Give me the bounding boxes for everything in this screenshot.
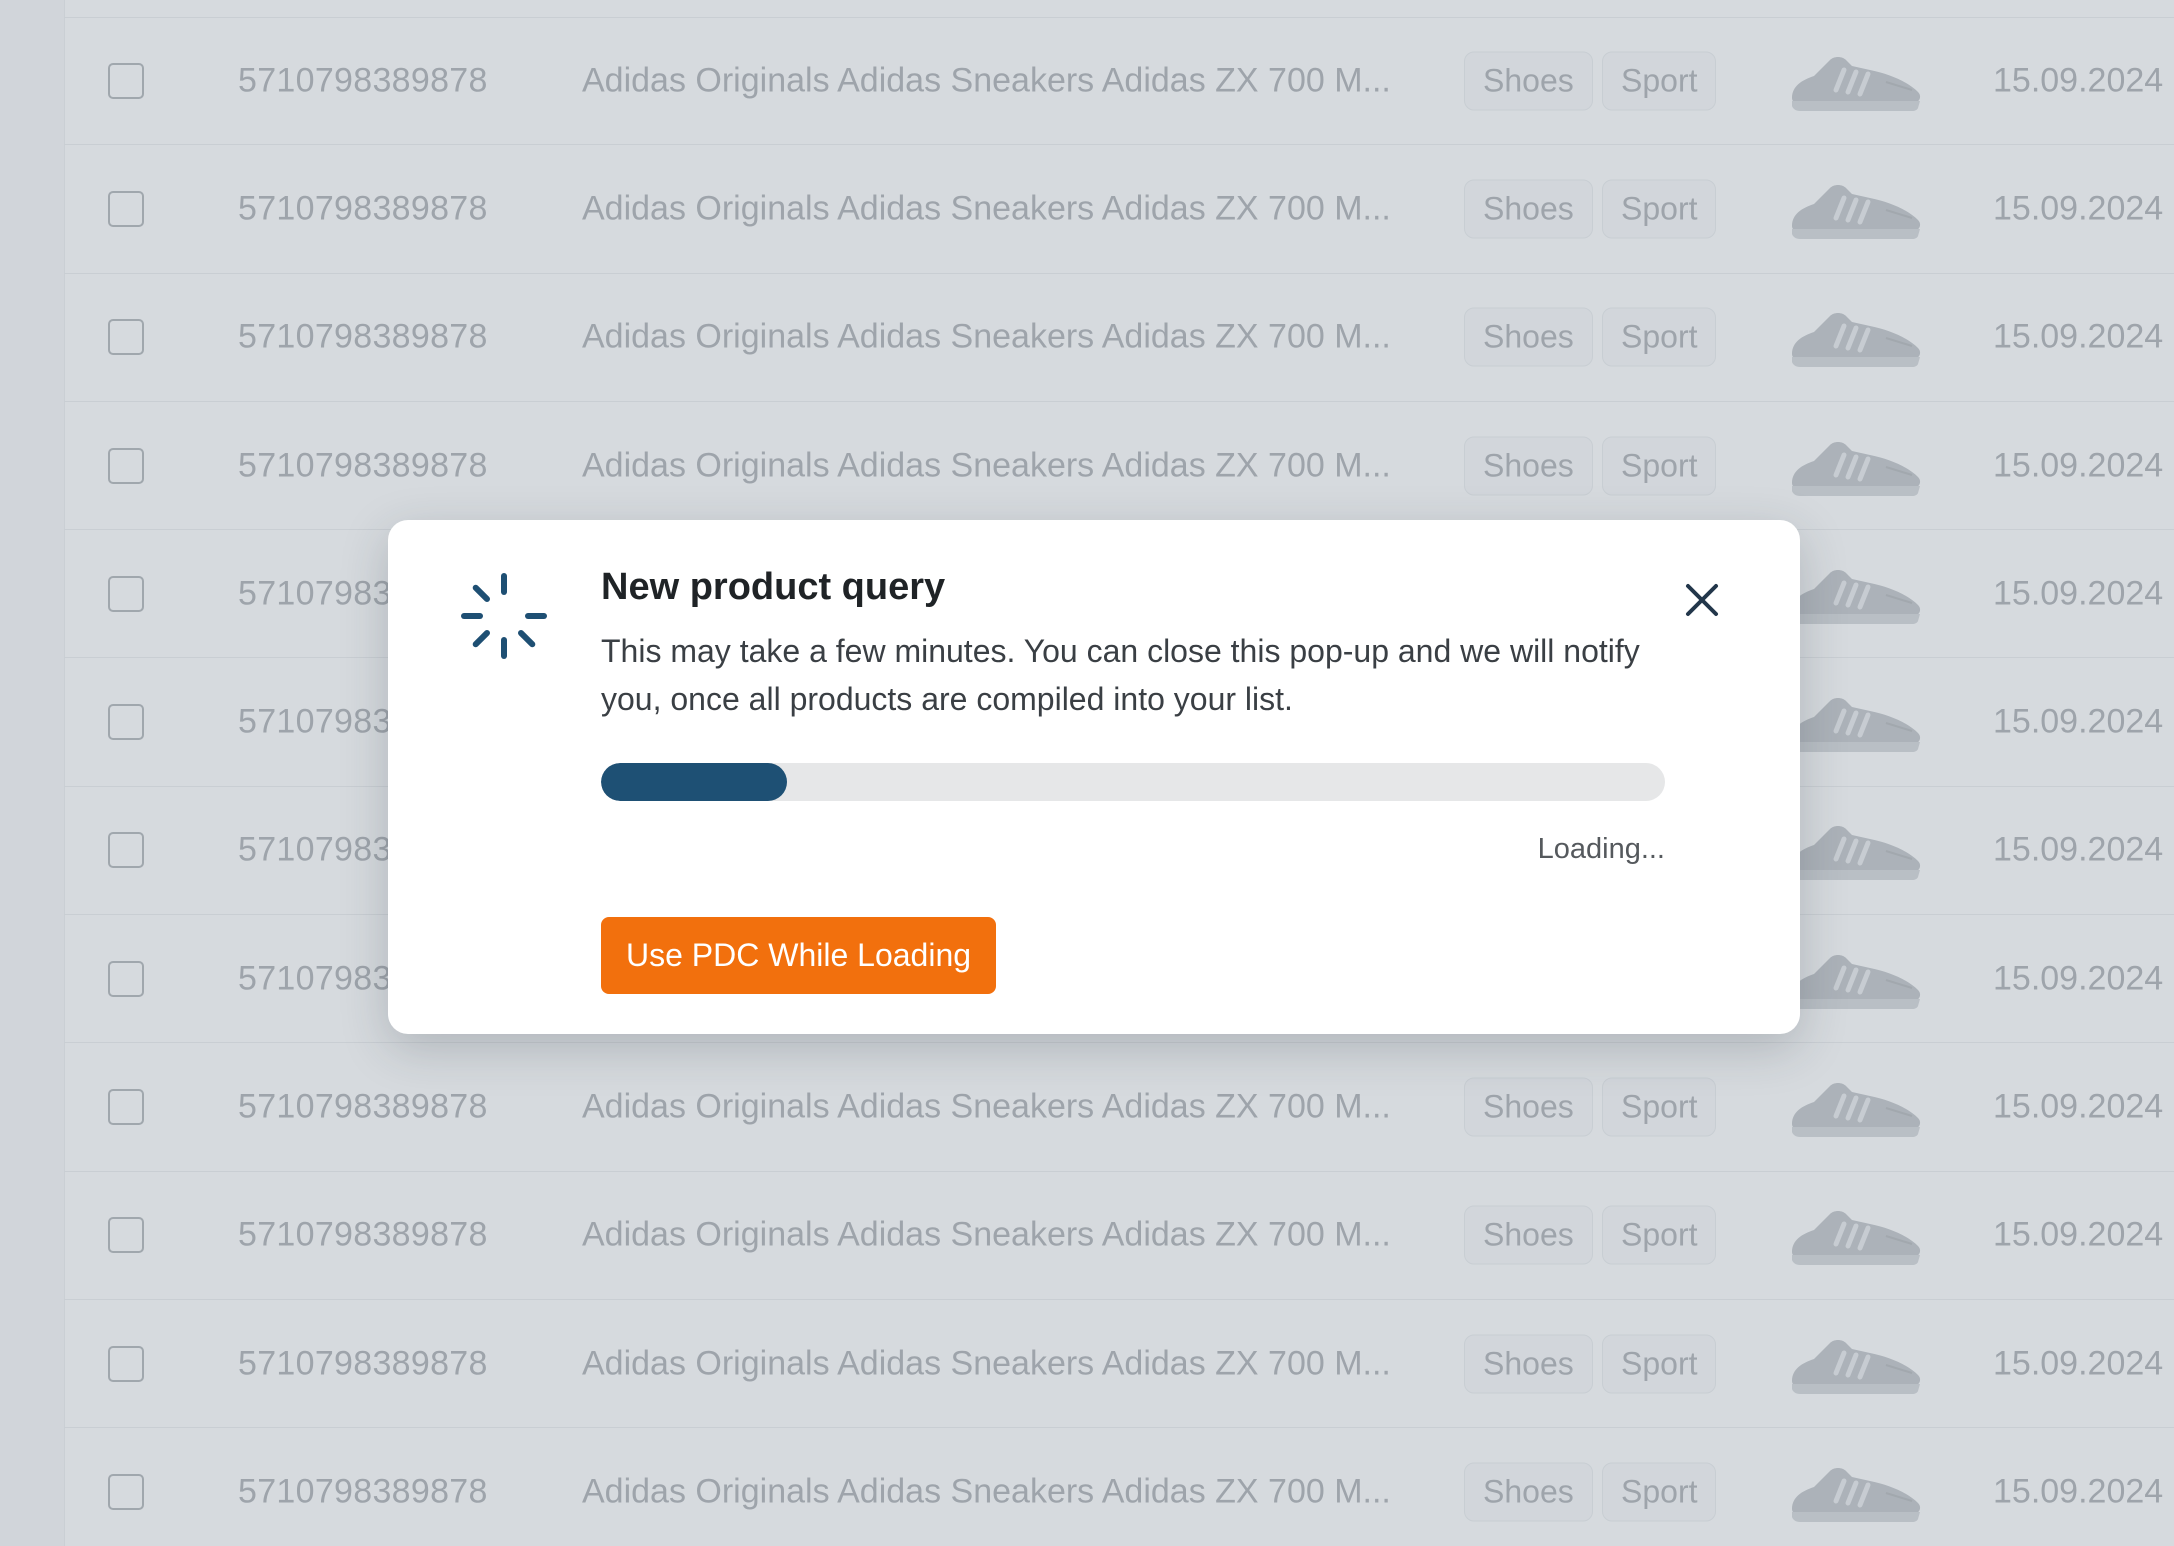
new-product-query-dialog: New product query This may take a few mi… <box>388 520 1800 1034</box>
product-list-page: 5710798389878Adidas Originals Adidas Sne… <box>0 0 2174 1546</box>
progress-bar <box>601 763 1665 801</box>
close-icon[interactable] <box>1678 576 1726 624</box>
progress-bar-fill <box>601 763 788 801</box>
loading-spinner-icon <box>461 573 547 659</box>
use-pdc-while-loading-button[interactable]: Use PDC While Loading <box>601 917 997 994</box>
loading-status: Loading... <box>1537 833 1665 865</box>
dialog-message: This may take a few minutes. You can clo… <box>601 633 1640 717</box>
dialog-title: New product query <box>601 566 946 608</box>
